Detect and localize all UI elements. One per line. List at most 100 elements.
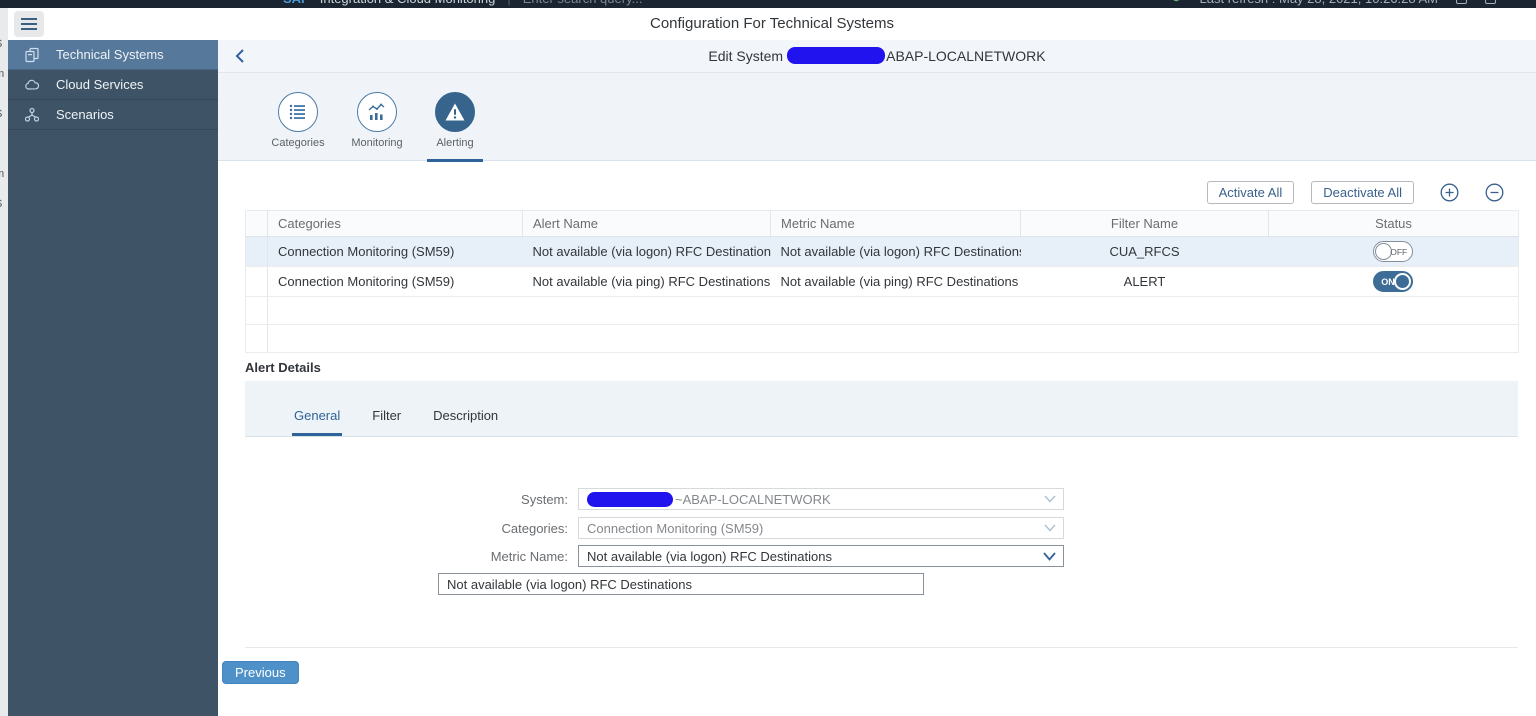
- toggle-label: ON: [1381, 277, 1395, 287]
- column-header-select: [245, 210, 268, 237]
- footer-divider: [245, 647, 1518, 648]
- form-row-categories: Categories: Connection Monitoring (SM59): [438, 517, 1064, 539]
- cell-categories: Connection Monitoring (SM59): [267, 266, 523, 297]
- menu-hamburger-button[interactable]: [14, 11, 44, 37]
- form-row-system: System: ~ABAP-LOCALNETWORK: [438, 488, 1064, 510]
- status-toggle-on[interactable]: ON: [1373, 271, 1414, 292]
- system-select[interactable]: ~ABAP-LOCALNETWORK: [578, 488, 1064, 510]
- text-fragment: S: [0, 198, 2, 210]
- categories-select[interactable]: Connection Monitoring (SM59): [578, 517, 1064, 539]
- cloud-icon: [25, 79, 40, 90]
- table-empty-row: [245, 296, 1519, 325]
- hamburger-icon: [21, 18, 37, 20]
- background-search-placeholder: Enter search query...: [523, 0, 643, 6]
- tab-general[interactable]: General: [292, 408, 343, 436]
- configuration-dialog: Configuration For Technical Systems Tech…: [8, 8, 1536, 716]
- cell-filter-name: ALERT: [1020, 266, 1269, 297]
- technical-systems-icon: [25, 47, 39, 62]
- cell-alert-name: Not available (via ping) RFC Destination…: [522, 266, 771, 297]
- redaction-blob: [587, 491, 673, 507]
- sidebar-item-label: Technical Systems: [56, 47, 164, 62]
- column-header-status: Status: [1268, 210, 1519, 237]
- previous-button[interactable]: Previous: [222, 661, 299, 684]
- sap-logo: SAP: [283, 0, 310, 6]
- tab-categories[interactable]: Categories: [258, 73, 338, 161]
- last-refresh-text: Last refresh : May 28, 2021, 10:26:28 AM: [1200, 0, 1438, 6]
- edit-system-title: Edit System ABAP-LOCALNETWORK: [218, 40, 1536, 73]
- sidebar-item-label: Scenarios: [56, 107, 114, 122]
- metric-name-select[interactable]: Not available (via logon) RFC Destinatio…: [578, 545, 1064, 567]
- background-app-header: SAP Integration & Cloud Monitoring | Ent…: [0, 0, 1536, 8]
- metric-name-label: Metric Name:: [490, 548, 568, 564]
- form-row-metric-name: Metric Name: Not available (via logon) R…: [438, 545, 1064, 567]
- deactivate-all-button[interactable]: Deactivate All: [1311, 181, 1414, 204]
- column-header-metric-name: Metric Name: [770, 210, 1021, 237]
- chart-circle-icon: [368, 103, 385, 120]
- text-fragment: m: [0, 168, 4, 180]
- background-app-title: Integration & Cloud Monitoring: [320, 0, 496, 6]
- table-row[interactable]: Connection Monitoring (SM59) Not availab…: [245, 236, 1519, 267]
- text-fragment: S: [0, 108, 2, 120]
- alert-details-heading: Alert Details: [245, 360, 321, 375]
- remove-alert-button[interactable]: [1485, 183, 1504, 202]
- cell-alert-name: Not available (via logon) RFC Destinatio…: [522, 236, 771, 267]
- list-circle-icon: [289, 104, 305, 120]
- edit-system-title-suffix: ABAP-LOCALNETWORK: [886, 48, 1046, 64]
- sidebar-item-technical-systems[interactable]: Technical Systems: [8, 40, 218, 70]
- edit-system-title-prefix: Edit System: [708, 48, 784, 64]
- text-fragment: m: [0, 68, 4, 80]
- sidebar-item-cloud-services[interactable]: Cloud Services: [8, 70, 218, 100]
- table-empty-row: [245, 324, 1519, 353]
- form-row-alert-name: *Alert Name:: [438, 573, 924, 595]
- cell-filter-name: CUA_RFCS: [1020, 236, 1269, 267]
- settings-icon: [1485, 0, 1496, 4]
- redaction-blob: [787, 47, 886, 65]
- tab-label: Categories: [271, 137, 325, 149]
- alert-circle-icon: [445, 103, 465, 121]
- tab-label: Alerting: [436, 137, 474, 149]
- table-header-row: Categories Alert Name Metric Name Filter…: [245, 210, 1519, 237]
- alerts-table: Categories Alert Name Metric Name Filter…: [245, 210, 1519, 353]
- cell-metric-name: Not available (via logon) RFC Destinatio…: [770, 236, 1021, 267]
- edit-system-header: Edit System ABAP-LOCALNETWORK: [218, 40, 1536, 73]
- table-row[interactable]: Connection Monitoring (SM59) Not availab…: [245, 266, 1519, 297]
- sidebar-nav: Technical Systems Cloud Services Scenari…: [8, 40, 218, 716]
- column-header-categories: Categories: [267, 210, 523, 237]
- background-page-edge: S m S m S: [0, 8, 8, 716]
- column-header-alert-name: Alert Name: [522, 210, 771, 237]
- toggle-label: OFF: [1390, 247, 1408, 257]
- cell-categories: Connection Monitoring (SM59): [267, 236, 523, 267]
- chevron-down-icon: [1044, 495, 1056, 503]
- toggle-knob: [1394, 273, 1412, 290]
- metric-name-value: Not available (via logon) RFC Destinatio…: [587, 548, 832, 564]
- scenarios-icon: [24, 107, 40, 122]
- tab-filter[interactable]: Filter: [370, 408, 403, 436]
- add-alert-button[interactable]: [1440, 183, 1459, 202]
- sidebar-item-label: Cloud Services: [56, 77, 144, 92]
- plus-circle-icon: [1440, 183, 1459, 202]
- categories-label: Categories:: [501, 520, 568, 536]
- tab-label: Monitoring: [351, 137, 403, 149]
- alert-name-input[interactable]: [438, 573, 924, 595]
- back-button[interactable]: [228, 45, 252, 69]
- tab-monitoring[interactable]: Monitoring: [337, 73, 417, 161]
- column-header-filter-name: Filter Name: [1020, 210, 1269, 237]
- details-tab-bar: General Filter Description: [245, 381, 1518, 437]
- activate-all-button[interactable]: Activate All: [1206, 181, 1295, 204]
- cell-metric-name: Not available (via ping) RFC Destination…: [770, 266, 1021, 297]
- sidebar-item-scenarios[interactable]: Scenarios: [8, 100, 218, 130]
- chevron-down-icon: [1043, 552, 1056, 561]
- table-toolbar: Activate All Deactivate All: [1206, 181, 1504, 204]
- tab-alerting[interactable]: Alerting: [415, 73, 495, 162]
- text-fragment: S: [0, 38, 2, 50]
- refresh-icon: ↻: [1171, 0, 1182, 6]
- minus-circle-icon: [1485, 183, 1504, 202]
- back-chevron-icon: [235, 48, 244, 63]
- chevron-down-icon: [1044, 524, 1056, 532]
- window-icon: [1456, 0, 1467, 4]
- icon-tab-bar: Categories Monitoring Alerting: [218, 73, 1536, 162]
- content-area: Edit System ABAP-LOCALNETWORK Categories: [218, 40, 1536, 716]
- divider: |: [507, 0, 510, 6]
- status-toggle-off[interactable]: OFF: [1373, 241, 1414, 262]
- tab-description[interactable]: Description: [431, 408, 500, 436]
